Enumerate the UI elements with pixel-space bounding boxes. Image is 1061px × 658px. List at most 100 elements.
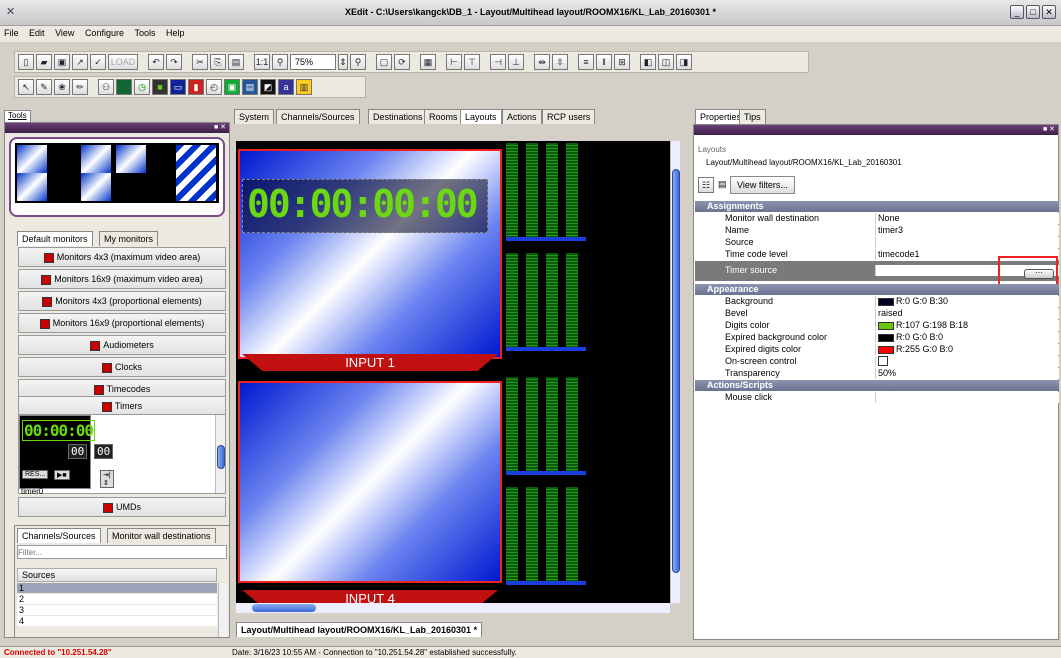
center-icon[interactable]: ⊞	[614, 54, 630, 70]
zoom-fit-icon[interactable]: ⚲	[272, 54, 288, 70]
menu-tools[interactable]: Tools	[130, 26, 159, 40]
source-row[interactable]: 2	[17, 594, 217, 604]
save-icon[interactable]: ▣	[54, 54, 70, 70]
section-assignments[interactable]: Assignments	[695, 201, 1059, 212]
order-front-icon[interactable]: ◧	[640, 54, 656, 70]
prop-transparency[interactable]: Transparency 50%	[695, 368, 1059, 379]
meter-icon[interactable]	[116, 79, 132, 95]
data-icon[interactable]: ▤	[242, 79, 258, 95]
prop-mouse-click[interactable]: Mouse click	[695, 392, 1059, 403]
text-icon[interactable]: a	[278, 79, 294, 95]
tab-channels-sources[interactable]: Channels/Sources	[17, 528, 101, 543]
image-icon[interactable]: ▣	[224, 79, 240, 95]
menu-edit[interactable]: Edit	[25, 26, 49, 40]
rotate-icon[interactable]: ⟳	[394, 54, 410, 70]
undo-icon[interactable]: ↶	[148, 54, 164, 70]
minimize-icon[interactable]: _	[1010, 5, 1024, 19]
check-icon[interactable]: ✓	[90, 54, 106, 70]
prop-expired-digits-color[interactable]: Expired digits color R:255 G:0 B:0	[695, 344, 1059, 355]
sources-header[interactable]: Sources	[17, 568, 217, 582]
maximize-icon[interactable]: □	[1026, 5, 1040, 19]
timer-icon[interactable]: ■	[152, 79, 168, 95]
distribute-h-icon[interactable]: ⇹	[534, 54, 550, 70]
canvas-hscroll[interactable]	[236, 603, 670, 613]
order-back-icon[interactable]: ◨	[676, 54, 692, 70]
prop-bevel[interactable]: Bevel raised	[695, 308, 1059, 319]
video-tile-input4[interactable]	[238, 381, 502, 583]
paste-icon[interactable]: ▤	[228, 54, 244, 70]
timer-reset-button[interactable]: RES...	[22, 470, 49, 479]
clock-icon[interactable]: ◷	[134, 79, 150, 95]
tally-icon[interactable]: ▮	[188, 79, 204, 95]
play-pause-icon[interactable]: ▶■	[54, 470, 70, 480]
export-icon[interactable]: ↗	[72, 54, 88, 70]
tab-tips[interactable]: Tips	[739, 109, 766, 124]
umd-input1[interactable]: INPUT 1	[242, 354, 498, 371]
redo-icon[interactable]: ↷	[166, 54, 182, 70]
tool-clocks[interactable]: Clocks	[18, 357, 226, 377]
distribute-v-icon[interactable]: ⇳	[552, 54, 568, 70]
open-icon[interactable]: ▰	[36, 54, 52, 70]
align-bottom-icon[interactable]: ⊥	[508, 54, 524, 70]
frame-icon[interactable]: ▢	[376, 54, 392, 70]
prop-on-screen-control[interactable]: On-screen control	[695, 356, 1059, 367]
tab-rooms[interactable]: Rooms	[424, 109, 463, 124]
tool-monitors-4x3-max[interactable]: Monitors 4x3 (maximum video area)	[18, 247, 226, 267]
on-screen-control-checkbox[interactable]	[878, 356, 888, 366]
tab-actions[interactable]: Actions	[502, 109, 542, 124]
align-right-icon[interactable]: ⊣	[490, 54, 506, 70]
tool-timers[interactable]: Timers	[18, 396, 226, 416]
alphabetical-view-icon[interactable]: ▤	[718, 179, 727, 190]
align-top-icon[interactable]: ⊤	[464, 54, 480, 70]
sources-filter-input[interactable]	[17, 545, 227, 559]
tool-monitors-16x9-max[interactable]: Monitors 16x9 (maximum video area)	[18, 269, 226, 289]
source-row[interactable]: 1	[17, 583, 217, 593]
prop-source[interactable]: Source	[695, 237, 1059, 248]
analog-clock-icon[interactable]: ◴	[206, 79, 222, 95]
step-icon[interactable]: ⇥|⇕	[100, 470, 114, 488]
timer-preview[interactable]: 00:00:00 00 00 RES... ▶■ ⇥|⇕	[19, 415, 114, 489]
layout-canvas[interactable]: 00:00:00:00 INPUT 1 INPUT 4	[236, 141, 670, 607]
section-appearance[interactable]: Appearance	[695, 284, 1059, 295]
canvas-vscroll[interactable]	[670, 141, 680, 603]
tab-default-monitors[interactable]: Default monitors	[17, 231, 93, 246]
tool-umds[interactable]: UMDs	[18, 497, 226, 517]
prop-name[interactable]: Name timer3	[695, 225, 1059, 236]
document-tab[interactable]: Layout/Multihead layout/ROOMX16/KL_Lab_2…	[236, 622, 483, 637]
tab-layouts[interactable]: Layouts	[460, 109, 502, 124]
prop-background[interactable]: Background R:0 G:0 B:30	[695, 296, 1059, 307]
menu-file[interactable]: File	[0, 26, 23, 40]
copy-icon[interactable]: ⎘	[210, 54, 226, 70]
cut-icon[interactable]: ✂	[192, 54, 208, 70]
view-filters-button[interactable]: View filters...	[730, 176, 795, 194]
tab-system[interactable]: System	[234, 109, 275, 124]
tab-my-monitors[interactable]: My monitors	[99, 231, 159, 246]
tab-rcp-users[interactable]: RCP users	[542, 109, 596, 124]
menu-configure[interactable]: Configure	[81, 26, 128, 40]
tab-monitor-wall-destinations[interactable]: Monitor wall destinations	[107, 528, 216, 543]
space-h-icon[interactable]: ≡	[578, 54, 594, 70]
menu-help[interactable]: Help	[162, 26, 189, 40]
graph-icon[interactable]: ▥	[296, 79, 312, 95]
tab-tools[interactable]: Tools	[4, 110, 31, 122]
close-icon[interactable]: ✕	[1042, 5, 1056, 19]
timer-element[interactable]: 00:00:00:00	[242, 179, 488, 233]
status-icon[interactable]: ◩	[260, 79, 276, 95]
load-button[interactable]: LOAD	[108, 54, 138, 70]
align-left-icon[interactable]: ⊢	[446, 54, 462, 70]
source-row[interactable]: 4	[17, 616, 217, 626]
tool-monitors-16x9-prop[interactable]: Monitors 16x9 (proportional elements)	[18, 313, 226, 333]
source-row[interactable]: 3	[17, 605, 217, 615]
space-v-icon[interactable]: ‖	[596, 54, 612, 70]
prop-digits-color[interactable]: Digits color R:107 G:198 B:18	[695, 320, 1059, 331]
order-mid-icon[interactable]: ◫	[658, 54, 674, 70]
layout-thumbnail[interactable]	[9, 137, 225, 217]
tab-channels-sources-editor[interactable]: Channels/Sources	[276, 109, 360, 124]
timers-scrollbar[interactable]	[215, 415, 225, 493]
tab-destinations[interactable]: Destinations	[368, 109, 428, 124]
sources-scrollbar[interactable]	[218, 583, 228, 637]
section-actions-scripts[interactable]: Actions/Scripts	[695, 380, 1059, 391]
new-icon[interactable]: ▯	[18, 54, 34, 70]
prop-expired-background-color[interactable]: Expired background color R:0 G:0 B:0	[695, 332, 1059, 343]
edit-points-icon[interactable]: ✎	[36, 79, 52, 95]
